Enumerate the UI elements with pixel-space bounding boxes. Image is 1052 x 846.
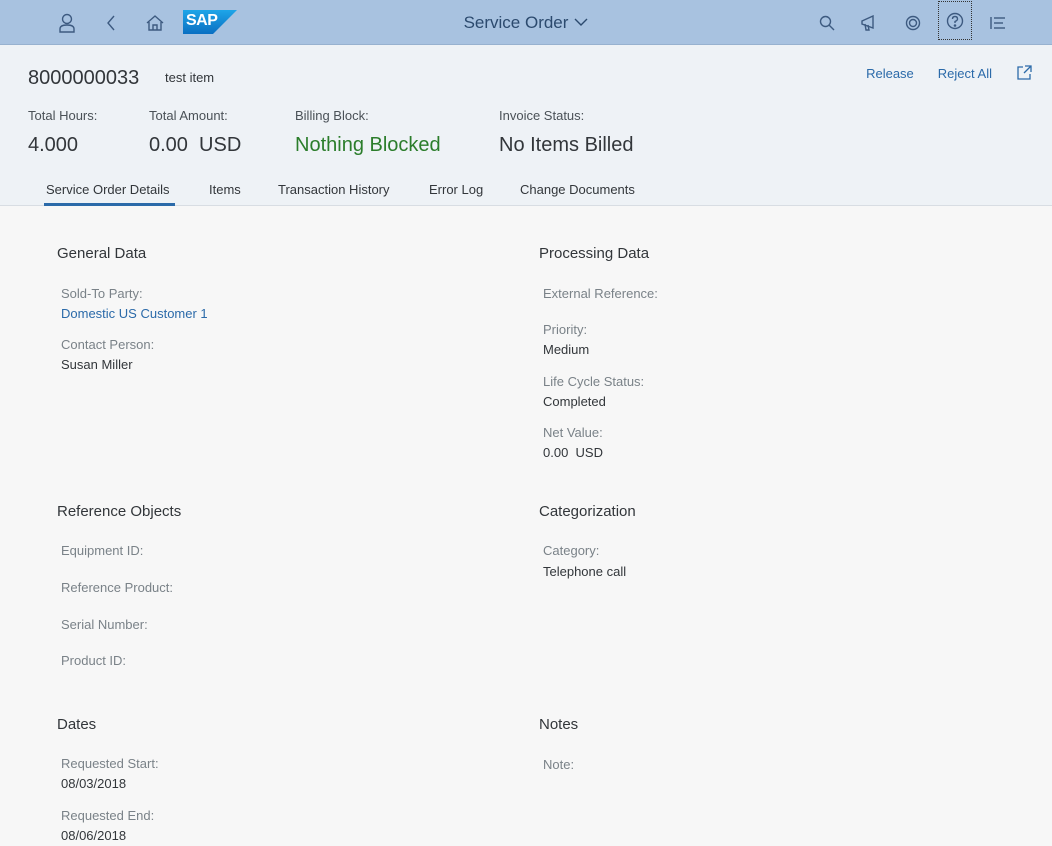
notes-title: Notes: [539, 716, 579, 733]
reference-objects-title: Reference Objects: [57, 503, 182, 520]
tab-change-documents[interactable]: Change Documents: [520, 182, 635, 197]
object-header: 8000000033 test item Release Reject All …: [0, 45, 1052, 206]
tab-bar: Service Order Details Items Transaction …: [0, 173, 1052, 206]
contact-person-label: Contact Person:: [61, 337, 155, 352]
life-cycle-status-label: Life Cycle Status:: [543, 374, 645, 389]
contact-person-value: Susan Miller: [61, 357, 133, 372]
kpi-total-amount-value: 0.00 USD: [149, 134, 242, 156]
object-subtitle: test item: [165, 70, 215, 85]
priority-label: Priority:: [543, 322, 588, 337]
general-data-title: General Data: [57, 245, 147, 262]
kpi-total-amount-label: Total Amount:: [149, 108, 228, 123]
help-icon[interactable]: [938, 1, 972, 40]
dates-title: Dates: [57, 716, 97, 733]
home-icon[interactable]: [145, 0, 165, 45]
app-title-text: Service Order: [463, 12, 569, 32]
net-value-label: Net Value:: [543, 425, 603, 440]
category-value: Telephone call: [543, 564, 627, 579]
tab-transaction-history[interactable]: Transaction History: [278, 182, 390, 197]
back-icon[interactable]: [104, 0, 118, 45]
sap-logo[interactable]: SAP: [183, 10, 237, 34]
search-icon[interactable]: [818, 0, 836, 45]
equipment-id-label: Equipment ID:: [61, 543, 144, 558]
user-icon[interactable]: [58, 0, 76, 45]
shell-bar: SAP Service Order: [0, 0, 1052, 45]
tab-error-log[interactable]: Error Log: [429, 182, 483, 197]
chevron-down-icon: [574, 18, 588, 26]
requested-end-label: Requested End:: [61, 808, 155, 823]
requested-start-value: 08/03/2018: [61, 776, 127, 791]
external-reference-label: External Reference:: [543, 286, 658, 301]
copilot-icon[interactable]: [904, 0, 922, 45]
processing-data-title: Processing Data: [539, 245, 650, 262]
sold-to-party-label: Sold-To Party:: [61, 286, 143, 301]
object-id: 8000000033: [28, 67, 140, 89]
requested-end-value: 08/06/2018: [61, 828, 127, 843]
life-cycle-status-value: Completed: [543, 394, 606, 409]
reject-all-button[interactable]: Reject All: [938, 66, 992, 81]
category-label: Category:: [543, 543, 600, 558]
tab-items[interactable]: Items: [209, 182, 241, 197]
product-id-label: Product ID:: [61, 653, 127, 668]
net-value-value: 0.00 USD: [543, 445, 603, 460]
kpi-total-hours-value: 4.000: [28, 134, 79, 156]
active-tab-indicator: [44, 203, 175, 206]
header-actions: Release Reject All: [866, 65, 1032, 81]
kpi-invoice-status-label: Invoice Status:: [499, 108, 585, 123]
sap-logo-text: SAP: [186, 12, 218, 29]
notifications-icon[interactable]: [860, 0, 880, 45]
sold-to-party-link[interactable]: Domestic US Customer 1: [61, 306, 208, 321]
serial-number-label: Serial Number:: [61, 617, 148, 632]
priority-value: Medium: [543, 342, 590, 357]
categorization-title: Categorization: [539, 503, 636, 520]
kpi-invoice-status-value: No Items Billed: [499, 134, 634, 156]
release-button[interactable]: Release: [866, 66, 914, 81]
kpi-billing-block-label: Billing Block:: [295, 108, 369, 123]
kpi-total-hours-label: Total Hours:: [28, 108, 98, 123]
share-icon[interactable]: [1016, 65, 1032, 81]
tab-service-order-details[interactable]: Service Order Details: [46, 182, 170, 197]
kpi-billing-block-value: Nothing Blocked: [295, 134, 441, 156]
menu-icon[interactable]: [989, 0, 1007, 45]
requested-start-label: Requested Start:: [61, 756, 159, 771]
app-title-button[interactable]: Service Order: [464, 13, 589, 33]
note-label: Note:: [543, 757, 575, 772]
reference-product-label: Reference Product:: [61, 580, 174, 595]
